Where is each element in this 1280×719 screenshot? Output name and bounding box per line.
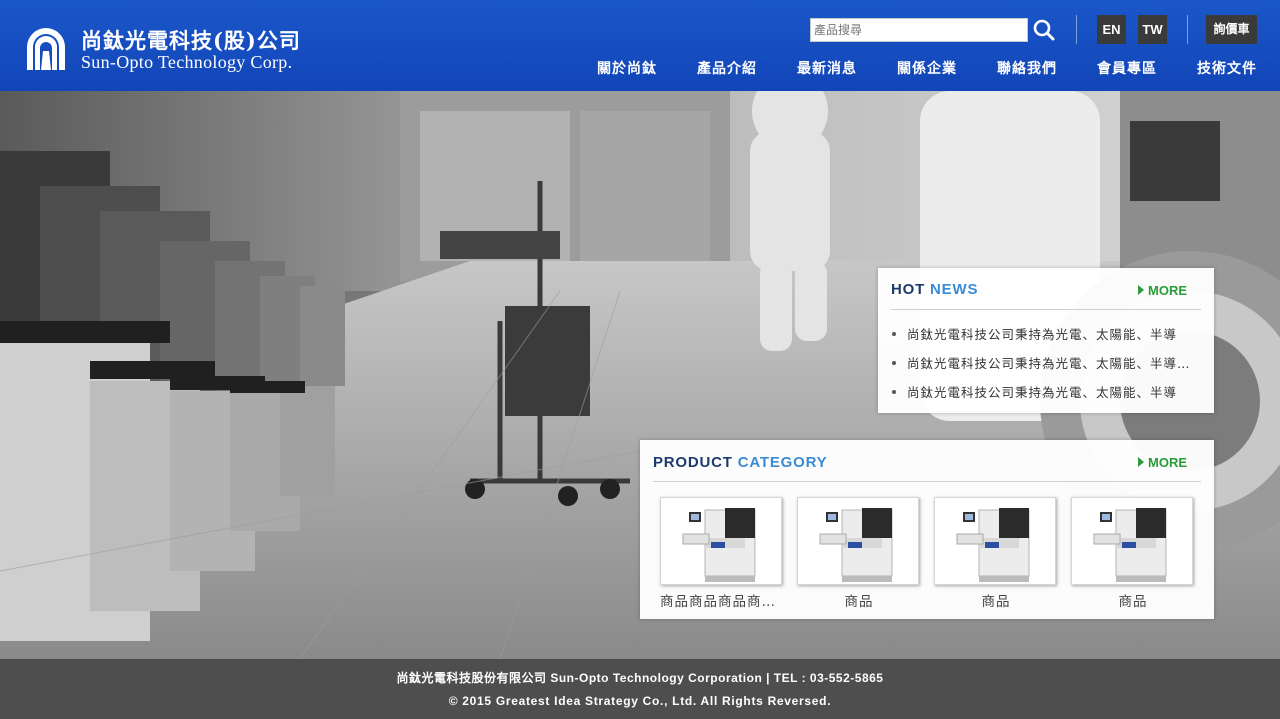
nav-item-news[interactable]: 最新消息 <box>797 58 857 78</box>
hot-news-list: 尚鈦光電科技公司秉持為光電、太陽能、半導 尚鈦光電科技公司秉持為光電、太陽能、半… <box>891 324 1201 411</box>
product-card[interactable]: 商品 <box>797 497 921 610</box>
product-category-divider <box>653 481 1201 482</box>
site-logo[interactable]: 尚鈦光電科技(股)公司 Sun-Opto Technology Corp. <box>23 24 313 74</box>
news-item[interactable]: 尚鈦光電科技公司秉持為光電、太陽能、半導 <box>891 382 1201 411</box>
hot-news-divider <box>891 309 1201 310</box>
inquiry-cart-button[interactable]: 詢價車 <box>1206 15 1257 44</box>
product-category-panel: PRODUCT CATEGORY MORE 商品商品商品商品 商品 商品 商品 <box>640 440 1214 619</box>
product-category-title-part2: CATEGORY <box>737 454 828 471</box>
product-image[interactable] <box>1071 497 1193 585</box>
product-category-title-part1: PRODUCT <box>653 454 733 471</box>
play-triangle-icon <box>1138 285 1144 295</box>
news-item-text: 尚鈦光電科技公司秉持為光電、太陽能、半導 <box>907 385 1178 400</box>
product-search-input[interactable] <box>810 18 1028 42</box>
hot-news-more-link[interactable]: MORE <box>1138 283 1187 298</box>
more-label: MORE <box>1148 283 1187 298</box>
hot-news-panel: HOT NEWS MORE 尚鈦光電科技公司秉持為光電、太陽能、半導 尚鈦光電科… <box>878 268 1214 413</box>
footer-company-info: 尚鈦光電科技股份有限公司 Sun-Opto Technology Corpora… <box>396 671 884 685</box>
brand-name-zh: 尚鈦光電科技(股)公司 <box>81 28 301 53</box>
product-image[interactable] <box>660 497 782 585</box>
nav-item-documents[interactable]: 技術文件 <box>1197 58 1257 78</box>
nav-item-members[interactable]: 會員專區 <box>1097 58 1157 78</box>
inspection-machine-image <box>1093 508 1167 582</box>
nav-item-about[interactable]: 關於尚鈦 <box>597 58 657 78</box>
product-name: 商品商品商品商品商品 <box>660 594 784 610</box>
bullet-icon <box>892 332 896 336</box>
product-name: 商品 <box>981 594 1011 610</box>
hot-news-title-part1: HOT <box>891 281 926 298</box>
product-name: 商品 <box>1118 594 1148 610</box>
nav-item-contact[interactable]: 聯絡我們 <box>997 58 1057 78</box>
bullet-icon <box>892 361 896 365</box>
brand-name-en: Sun-Opto Technology Corp. <box>81 52 293 72</box>
news-item-text: 尚鈦光電科技公司秉持為光電、太陽能、半導體產業 <box>907 356 1201 371</box>
header-divider <box>1076 15 1077 44</box>
footer-copyright: © 2015 Greatest Idea Strategy Co., Ltd. … <box>448 694 832 708</box>
header-divider <box>1187 15 1188 44</box>
news-item-text: 尚鈦光電科技公司秉持為光電、太陽能、半導 <box>907 327 1178 342</box>
lang-en-button[interactable]: EN <box>1097 15 1126 44</box>
inspection-machine-image <box>819 508 893 582</box>
play-triangle-icon <box>1138 457 1144 467</box>
product-category-more-link[interactable]: MORE <box>1138 455 1187 470</box>
site-footer: 尚鈦光電科技股份有限公司 Sun-Opto Technology Corpora… <box>0 659 1280 719</box>
nav-item-products[interactable]: 產品介紹 <box>697 58 757 78</box>
hot-news-title-part2: NEWS <box>930 281 979 298</box>
more-label: MORE <box>1148 455 1187 470</box>
news-item[interactable]: 尚鈦光電科技公司秉持為光電、太陽能、半導 <box>891 324 1201 353</box>
product-card[interactable]: 商品商品商品商品商品 <box>660 497 784 610</box>
sun-opto-logo-icon <box>27 28 65 70</box>
product-category-title: PRODUCT CATEGORY <box>653 454 827 471</box>
search-icon[interactable] <box>1031 17 1057 43</box>
product-card[interactable]: 商品 <box>934 497 1058 610</box>
product-image[interactable] <box>934 497 1056 585</box>
news-item[interactable]: 尚鈦光電科技公司秉持為光電、太陽能、半導體產業 <box>891 353 1201 382</box>
site-header: 尚鈦光電科技(股)公司 Sun-Opto Technology Corp. EN… <box>0 0 1280 91</box>
bullet-icon <box>892 390 896 394</box>
inspection-machine-image <box>956 508 1030 582</box>
lang-tw-button[interactable]: TW <box>1138 15 1167 44</box>
nav-item-affiliates[interactable]: 關係企業 <box>897 58 957 78</box>
product-card[interactable]: 商品 <box>1071 497 1195 610</box>
hot-news-title: HOT NEWS <box>891 281 978 298</box>
product-image[interactable] <box>797 497 919 585</box>
inspection-machine-image <box>682 508 756 582</box>
product-name: 商品 <box>844 594 874 610</box>
